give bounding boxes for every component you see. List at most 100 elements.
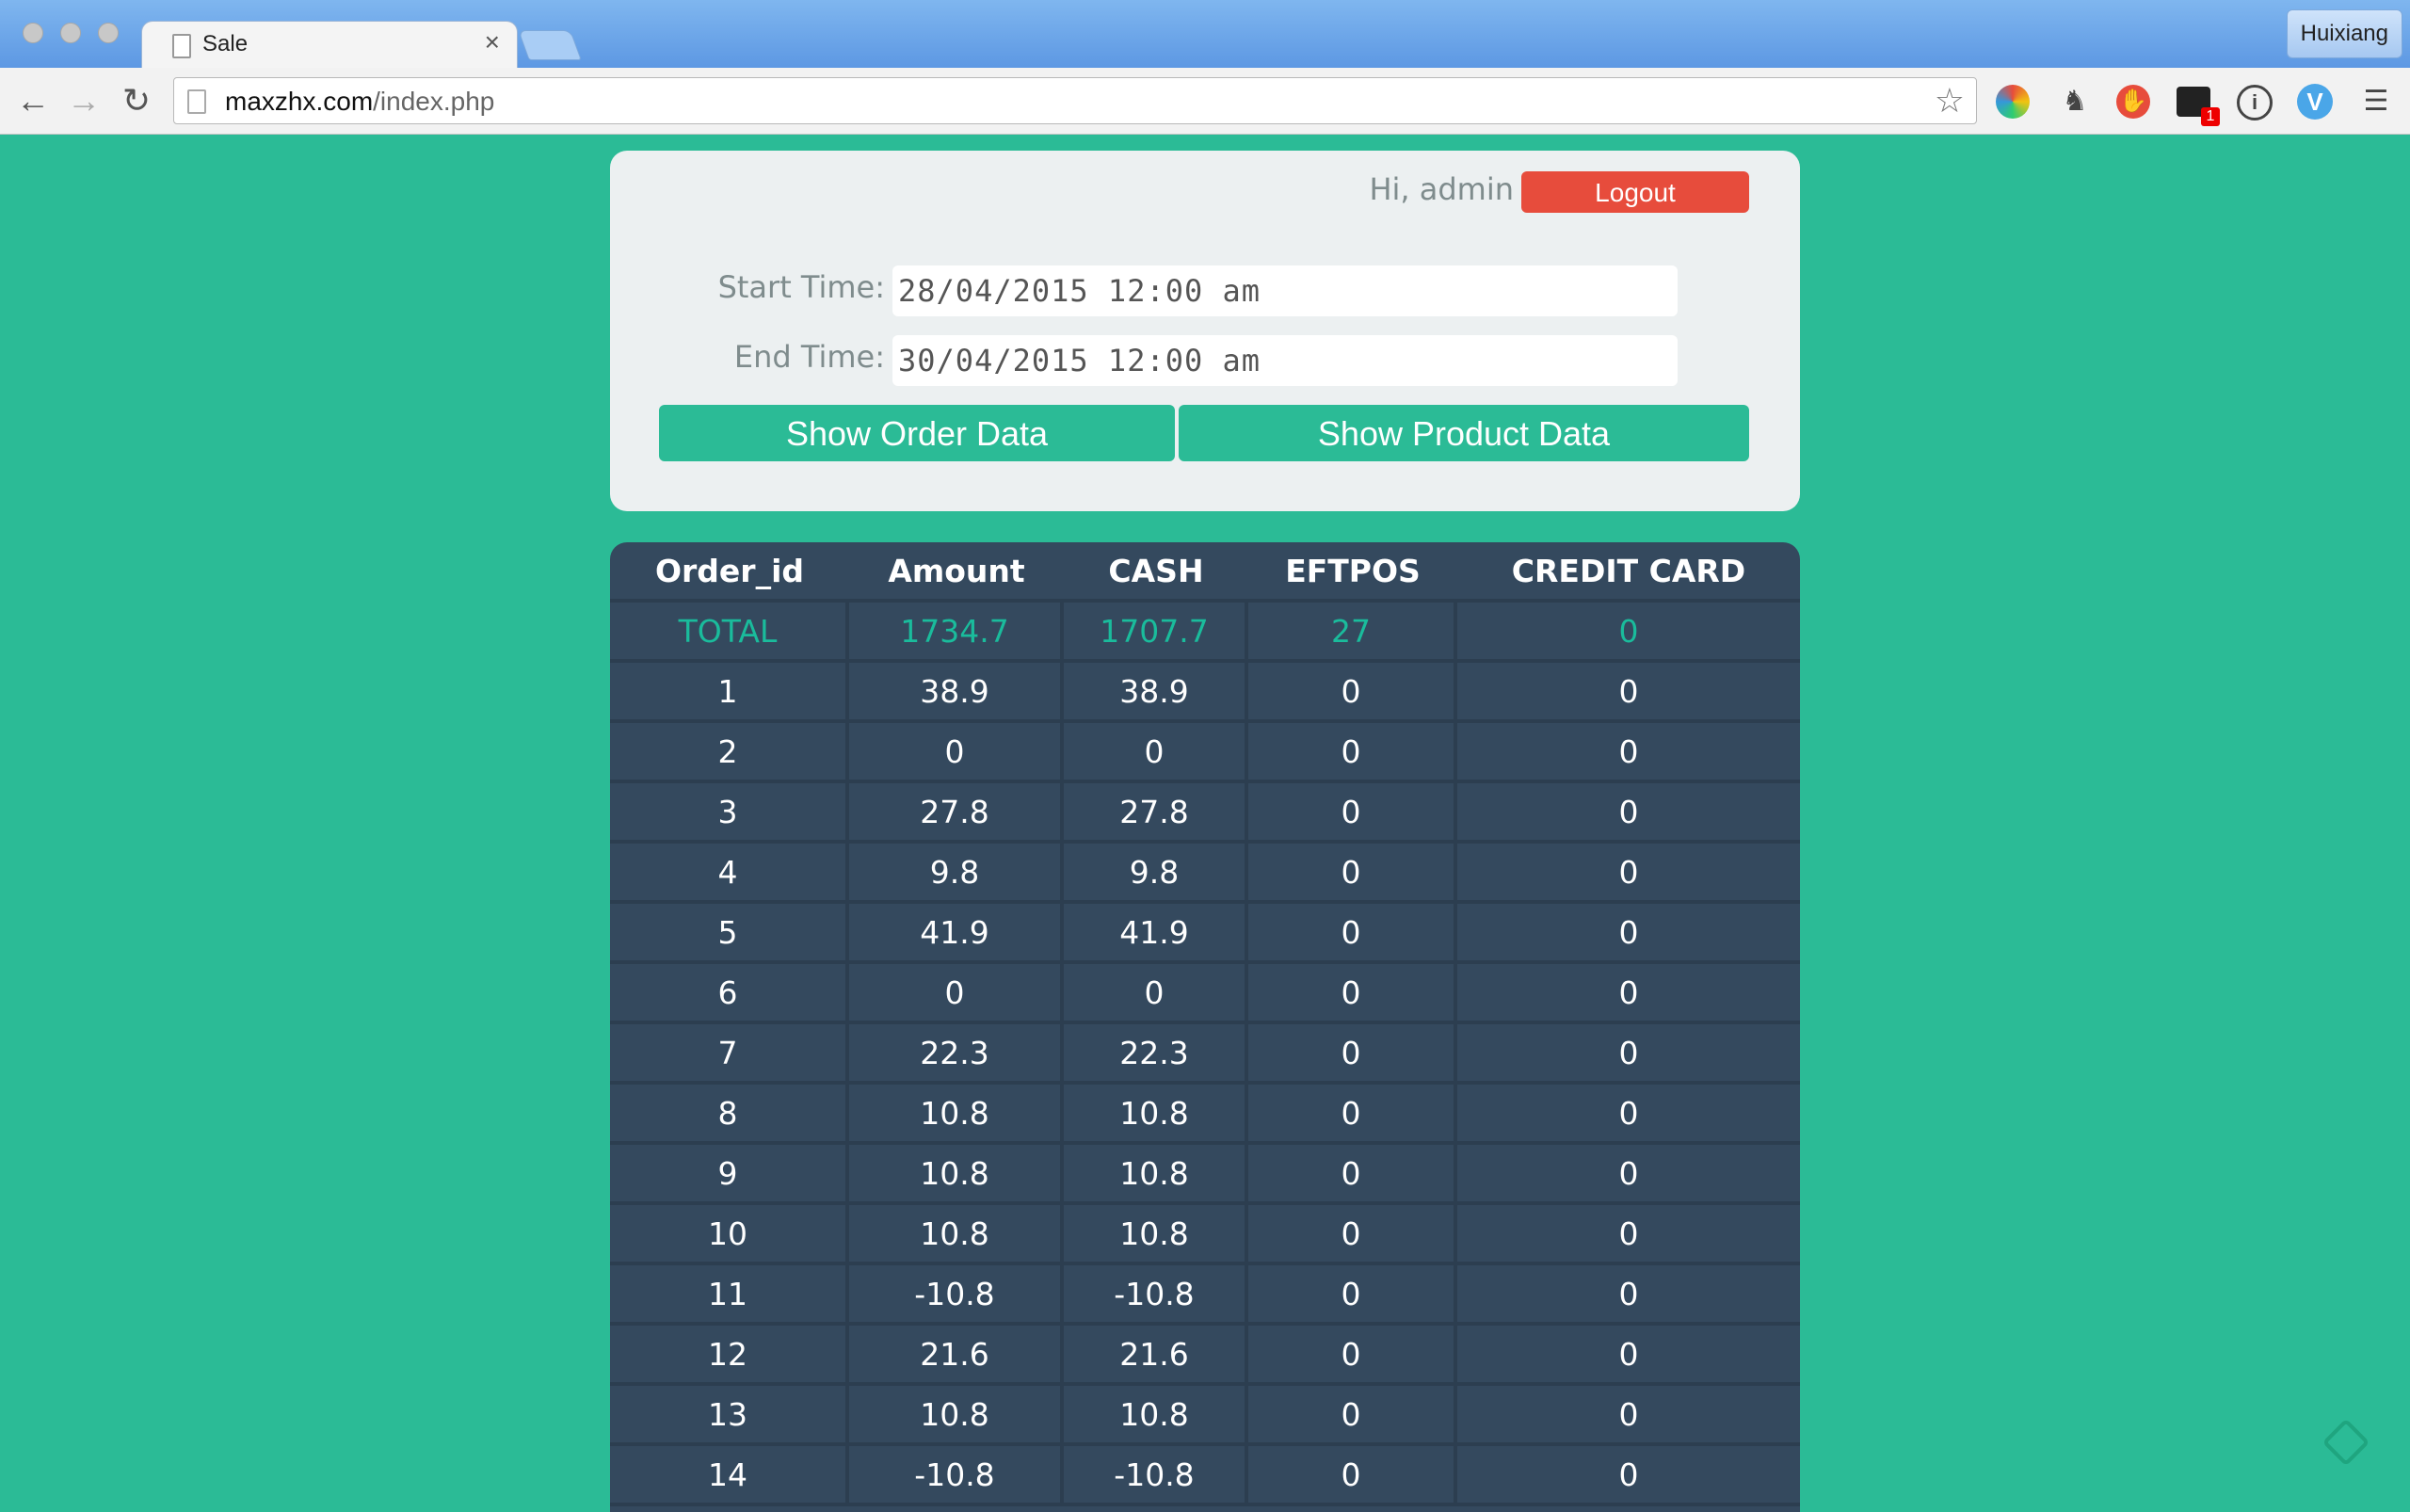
table-cell: 8 bbox=[610, 1085, 849, 1145]
table-cell: 4 bbox=[610, 844, 849, 904]
start-time-label: Start Time: bbox=[717, 269, 885, 305]
orders-table: Order_id Amount CASH EFTPOS CREDIT CARD … bbox=[610, 542, 1800, 1506]
back-arrow-icon[interactable]: ← bbox=[11, 79, 55, 122]
table-cell: 0 bbox=[1457, 1024, 1800, 1085]
table-cell: 10.8 bbox=[1064, 1085, 1248, 1145]
table-cell: 9.8 bbox=[1064, 844, 1248, 904]
table-row: 11 -10.8 -10.8 0 0 bbox=[610, 1265, 1800, 1326]
tab-title: Sale bbox=[202, 31, 249, 56]
browser-tab[interactable]: Sale × bbox=[141, 21, 518, 70]
table-cell: 22.3 bbox=[1064, 1024, 1248, 1085]
table-row: 9 10.8 10.8 0 0 bbox=[610, 1145, 1800, 1205]
forward-arrow-icon[interactable]: → bbox=[62, 79, 105, 122]
table-cell: 0 bbox=[1248, 663, 1457, 723]
table-row: 13 10.8 10.8 0 0 bbox=[610, 1386, 1800, 1446]
table-cell: 27 bbox=[1248, 603, 1457, 663]
table-cell: 0 bbox=[1248, 844, 1457, 904]
table-cell: 14 bbox=[610, 1446, 849, 1506]
table-cell: 9.8 bbox=[849, 844, 1064, 904]
address-bar[interactable]: maxzhx.com/index.php ☆ bbox=[173, 77, 1977, 124]
table-cell: 0 bbox=[1248, 1326, 1457, 1386]
table-cell: 41.9 bbox=[1064, 904, 1248, 964]
table-cell: 0 bbox=[1064, 723, 1248, 783]
start-time-input[interactable] bbox=[892, 265, 1678, 316]
table-row: 10 10.8 10.8 0 0 bbox=[610, 1205, 1800, 1265]
table-cell: 0 bbox=[1457, 1386, 1800, 1446]
adblock-extension-icon[interactable]: ✋ bbox=[2116, 85, 2150, 119]
table-cell: 11 bbox=[610, 1265, 849, 1326]
table-cell: 21.6 bbox=[849, 1326, 1064, 1386]
table-cell: -10.8 bbox=[849, 1265, 1064, 1326]
column-header: Amount bbox=[849, 542, 1064, 603]
end-time-input[interactable] bbox=[892, 335, 1678, 386]
table-cell: 3 bbox=[610, 783, 849, 844]
table-row: 20000 bbox=[610, 723, 1800, 783]
table-cell: 9 bbox=[610, 1145, 849, 1205]
table-cell: 0 bbox=[1457, 1205, 1800, 1265]
page-icon bbox=[187, 89, 206, 114]
table-cell: 0 bbox=[1248, 1205, 1457, 1265]
table-cell: 0 bbox=[1248, 783, 1457, 844]
color-picker-extension-icon[interactable] bbox=[1996, 85, 2030, 119]
table-cell: 0 bbox=[1457, 1145, 1800, 1205]
table-cell: 0 bbox=[1248, 964, 1457, 1024]
table-cell: 2 bbox=[610, 723, 849, 783]
table-cell: 6 bbox=[610, 964, 849, 1024]
table-cell: 0 bbox=[1248, 1386, 1457, 1446]
show-order-data-button[interactable]: Show Order Data bbox=[659, 405, 1175, 461]
reload-icon[interactable]: ↻ bbox=[115, 79, 158, 122]
table-cell: 0 bbox=[1248, 1145, 1457, 1205]
show-product-data-button[interactable]: Show Product Data bbox=[1179, 405, 1749, 461]
logout-button[interactable]: Logout bbox=[1521, 171, 1749, 213]
table-cell: 0 bbox=[1248, 904, 1457, 964]
table-cell: 38.9 bbox=[1064, 663, 1248, 723]
document-icon bbox=[172, 34, 191, 58]
table-cell: 0 bbox=[849, 723, 1064, 783]
table-cell: TOTAL bbox=[610, 603, 849, 663]
table-cell: 10.8 bbox=[1064, 1386, 1248, 1446]
vimeo-extension-icon[interactable]: V bbox=[2297, 84, 2333, 120]
minimize-window-button[interactable] bbox=[60, 23, 81, 43]
table-cell: 1 bbox=[610, 663, 849, 723]
table-cell: 7 bbox=[610, 1024, 849, 1085]
table-cell: 0 bbox=[1457, 1326, 1800, 1386]
table-cell: 0 bbox=[1248, 723, 1457, 783]
evernote-extension-icon[interactable]: ♞ bbox=[2056, 83, 2094, 121]
table-cell: 0 bbox=[1457, 1265, 1800, 1326]
info-extension-icon[interactable]: i bbox=[2237, 85, 2273, 121]
table-row: 3 27.8 27.8 0 0 bbox=[610, 783, 1800, 844]
browser-toolbar: ← → ↻ maxzhx.com/index.php ☆ ♞ ✋ 1 i V ☰ bbox=[0, 68, 2410, 135]
zoom-window-button[interactable] bbox=[98, 23, 119, 43]
table-row: 14 -10.8 -10.8 0 0 bbox=[610, 1446, 1800, 1506]
screen-capture-extension-icon[interactable]: 1 bbox=[2177, 87, 2220, 126]
table-cell: 0 bbox=[1457, 663, 1800, 723]
profile-button[interactable]: Huixiang bbox=[2286, 9, 2402, 58]
table-cell: 1707.7 bbox=[1064, 603, 1248, 663]
column-header: CREDIT CARD bbox=[1457, 542, 1800, 603]
new-tab-button[interactable] bbox=[518, 30, 582, 60]
feedly-icon[interactable] bbox=[2322, 1418, 2370, 1467]
table-cell: 0 bbox=[1248, 1085, 1457, 1145]
table-cell: 10 bbox=[610, 1205, 849, 1265]
table-cell: 0 bbox=[1457, 783, 1800, 844]
table-cell: 0 bbox=[849, 964, 1064, 1024]
table-cell: 22.3 bbox=[849, 1024, 1064, 1085]
table-cell: 10.8 bbox=[1064, 1145, 1248, 1205]
table-cell: 0 bbox=[1457, 964, 1800, 1024]
table-cell: 0 bbox=[1248, 1265, 1457, 1326]
table-cell: -10.8 bbox=[1064, 1265, 1248, 1326]
orders-table-body: TOTAL 1734.7 1707.7 27 0 1 38.9 38.9 0 0 2 0 0 0 0 3 27.… bbox=[610, 603, 1800, 1506]
tab-close-icon[interactable]: × bbox=[485, 29, 500, 56]
table-cell: 5 bbox=[610, 904, 849, 964]
table-cell: 41.9 bbox=[849, 904, 1064, 964]
orders-table-container: Order_id Amount CASH EFTPOS CREDIT CARD … bbox=[610, 542, 1800, 1512]
total-row: TOTAL 1734.7 1707.7 27 0 bbox=[610, 603, 1800, 663]
table-cell: 0 bbox=[1248, 1024, 1457, 1085]
url-text: maxzhx.com/index.php bbox=[225, 87, 495, 116]
close-window-button[interactable] bbox=[23, 23, 43, 43]
bookmark-star-icon[interactable]: ☆ bbox=[1935, 82, 1965, 120]
table-cell: 0 bbox=[1064, 964, 1248, 1024]
table-cell: 10.8 bbox=[1064, 1205, 1248, 1265]
table-cell: 0 bbox=[1248, 1446, 1457, 1506]
menu-hamburger-icon[interactable]: ☰ bbox=[2357, 83, 2395, 121]
